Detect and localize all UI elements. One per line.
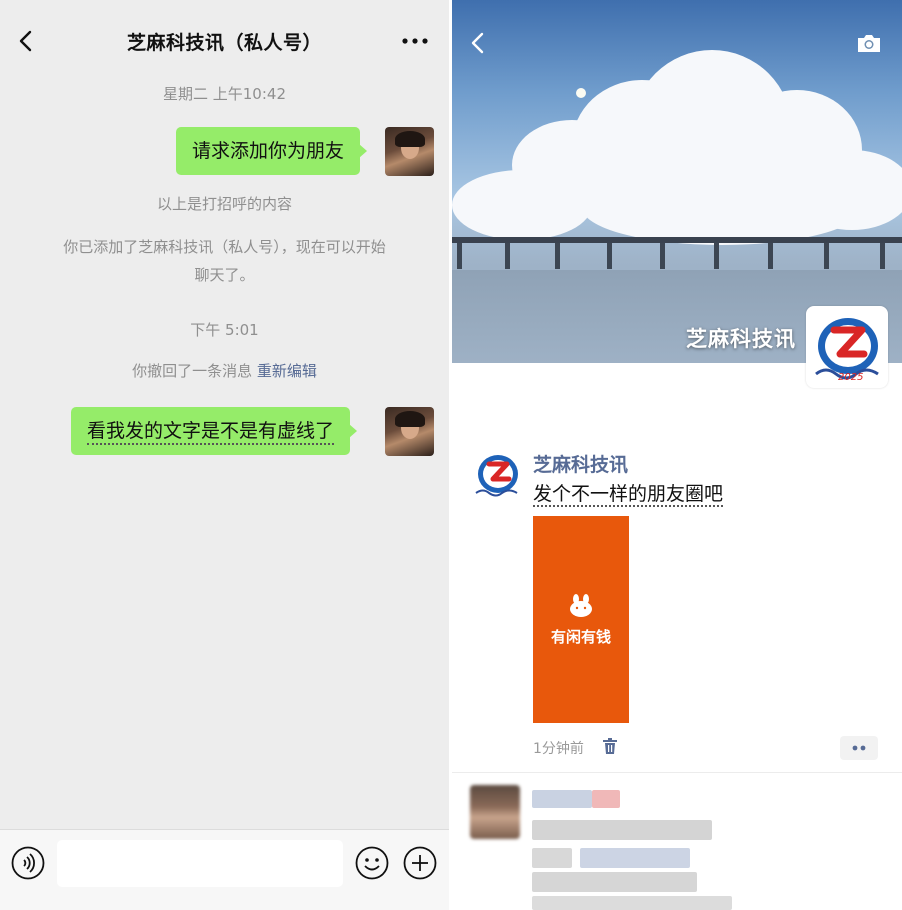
emoji-icon[interactable]	[355, 846, 389, 880]
screen: 芝麻科技讯（私人号） 星期二 上午10:42 请求添加你为朋友 以上是打招呼的内…	[0, 0, 902, 910]
avatar[interactable]	[385, 127, 434, 176]
rabbit-logo-icon	[570, 594, 592, 617]
post-image-label: 有闲有钱	[550, 628, 611, 646]
message-text: 请求添加你为朋友	[192, 140, 345, 162]
moments-panel: 芝麻科技讯 2025 芝麻科技讯 发个不一样的朋友圈吧 有闲有钱 1分钟前	[452, 0, 902, 910]
avatar[interactable]	[385, 407, 434, 456]
camera-icon[interactable]	[856, 32, 882, 54]
system-message: 聊天了。	[194, 266, 255, 284]
reedit-link[interactable]: 重新编辑	[257, 362, 317, 380]
recall-notice: 你撤回了一条消息 重新编辑	[20, 357, 429, 385]
message-bubble[interactable]: 请求添加你为朋友	[176, 127, 368, 175]
blurred-avatar[interactable]	[470, 785, 520, 839]
system-message: 以上是打招呼的内容	[156, 195, 292, 213]
post-text: 发个不一样的朋友圈吧	[533, 479, 724, 507]
back-icon[interactable]	[12, 26, 40, 56]
bridge	[452, 237, 902, 243]
post-time: 1分钟前	[533, 741, 584, 757]
system-message: 你已添加了芝麻科技讯（私人号），现在可以开始	[63, 238, 386, 256]
cover-name: 芝麻科技讯	[686, 327, 796, 351]
timestamp: 下午 5:01	[190, 321, 259, 339]
profile-avatar[interactable]: 2025	[806, 306, 888, 388]
more-icon[interactable]	[401, 28, 429, 54]
recall-text: 你撤回了一条消息	[132, 362, 253, 380]
moon	[576, 88, 586, 98]
post-author[interactable]: 芝麻科技讯	[533, 450, 628, 477]
more-dots-button[interactable]	[840, 736, 878, 760]
message-text: 看我发的文字是不是有虚线了	[87, 420, 335, 445]
blurred-name	[532, 790, 592, 808]
more-dots-icon	[852, 745, 866, 751]
input-bar	[0, 829, 449, 910]
message-input[interactable]	[57, 840, 343, 887]
back-icon[interactable]	[466, 28, 490, 58]
post-separator	[452, 772, 902, 773]
chat-panel: 芝麻科技讯（私人号） 星期二 上午10:42 请求添加你为朋友 以上是打招呼的内…	[0, 0, 449, 910]
chat-title: 芝麻科技讯（私人号）	[126, 32, 322, 54]
timestamp: 星期二 上午10:42	[163, 85, 286, 103]
blurred-text	[532, 820, 712, 840]
post-image[interactable]: 有闲有钱	[533, 516, 629, 723]
voice-icon[interactable]	[11, 846, 45, 880]
post-avatar[interactable]	[472, 450, 522, 500]
message-bubble[interactable]: 看我发的文字是不是有虚线了	[71, 407, 358, 455]
svg-text:2025: 2025	[838, 372, 863, 383]
delete-icon[interactable]	[602, 738, 618, 755]
plus-icon[interactable]	[403, 846, 437, 880]
post-text-content: 发个不一样的朋友圈吧	[533, 483, 724, 507]
chat-header: 芝麻科技讯（私人号）	[0, 0, 449, 82]
